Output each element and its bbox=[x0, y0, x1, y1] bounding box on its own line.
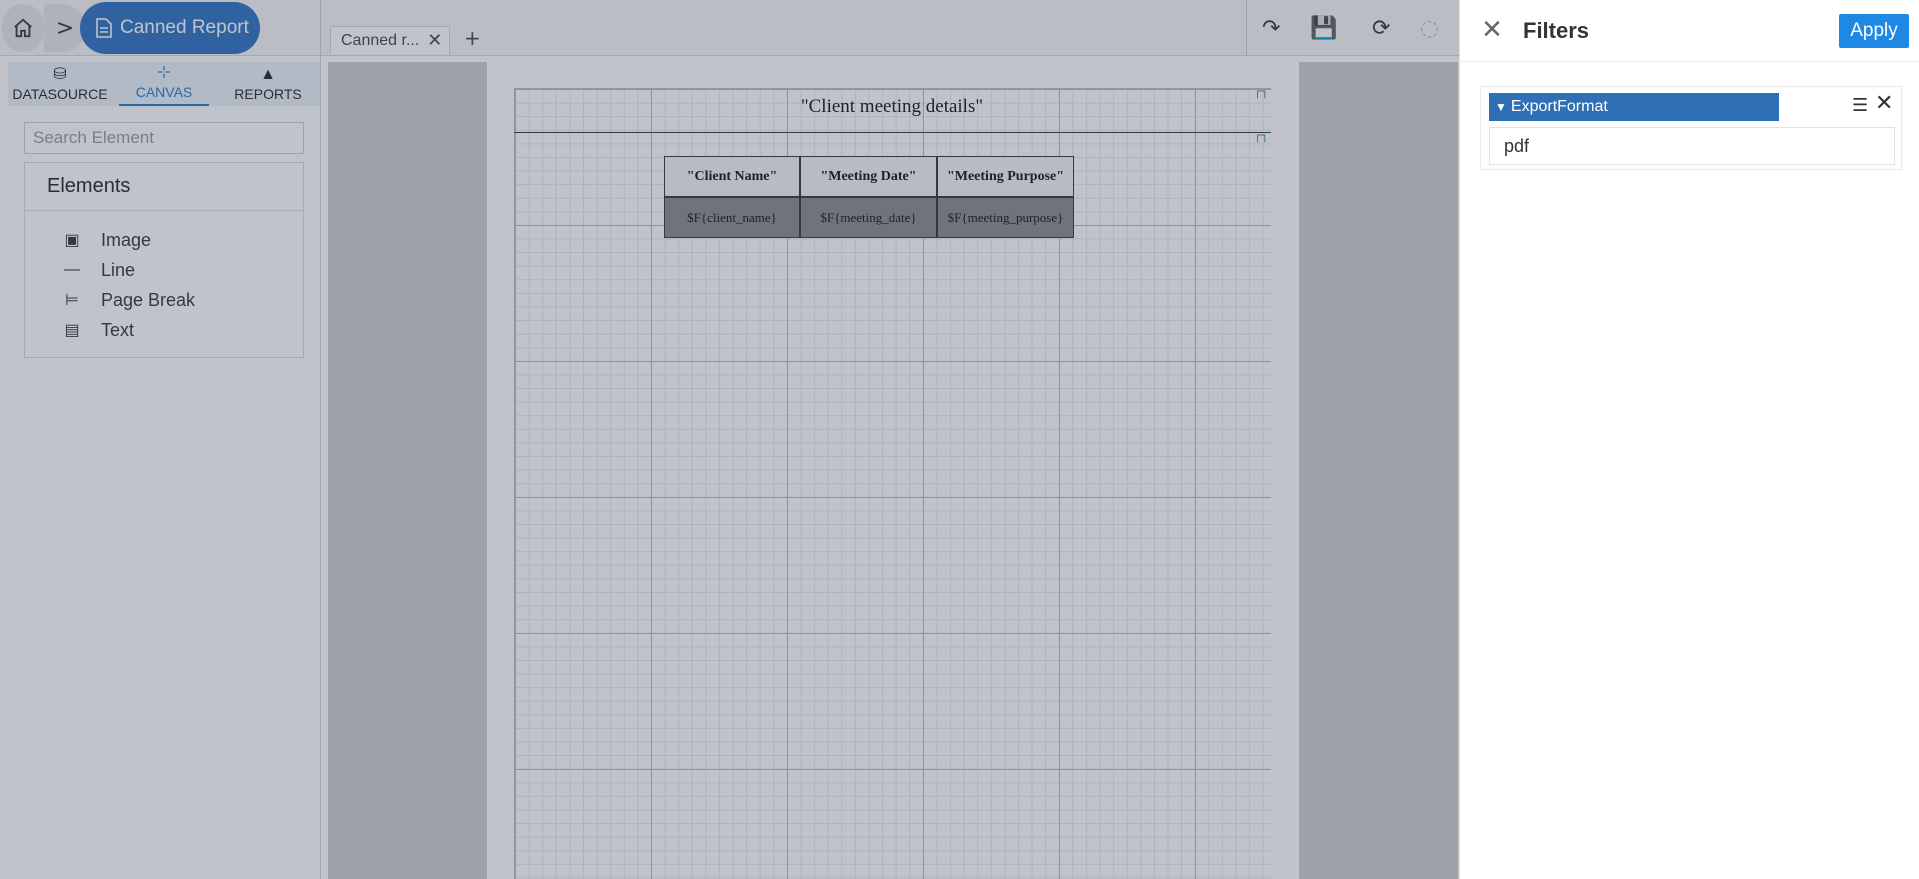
apply-button[interactable]: Apply bbox=[1839, 14, 1909, 48]
close-filters-button[interactable]: ✕ bbox=[1478, 16, 1506, 44]
remove-filter-icon[interactable]: ✕ bbox=[1875, 91, 1893, 116]
filter-name: ExportFormat bbox=[1510, 98, 1608, 115]
filters-panel: ✕ Filters Apply ▼ ExportFormat ☰ ✕ pdf bbox=[1459, 0, 1919, 879]
modal-overlay[interactable] bbox=[0, 0, 1459, 879]
filter-name-toggle[interactable]: ▼ ExportFormat bbox=[1489, 93, 1779, 121]
close-icon: ✕ bbox=[1481, 15, 1503, 45]
caret-down-icon: ▼ bbox=[1495, 100, 1507, 114]
list-icon[interactable]: ☰ bbox=[1852, 95, 1868, 116]
filter-value-field[interactable]: pdf bbox=[1489, 127, 1895, 165]
filter-card: ▼ ExportFormat ☰ ✕ pdf bbox=[1480, 86, 1902, 170]
filters-header: ✕ Filters Apply bbox=[1460, 0, 1919, 62]
filters-title: Filters bbox=[1523, 18, 1590, 43]
